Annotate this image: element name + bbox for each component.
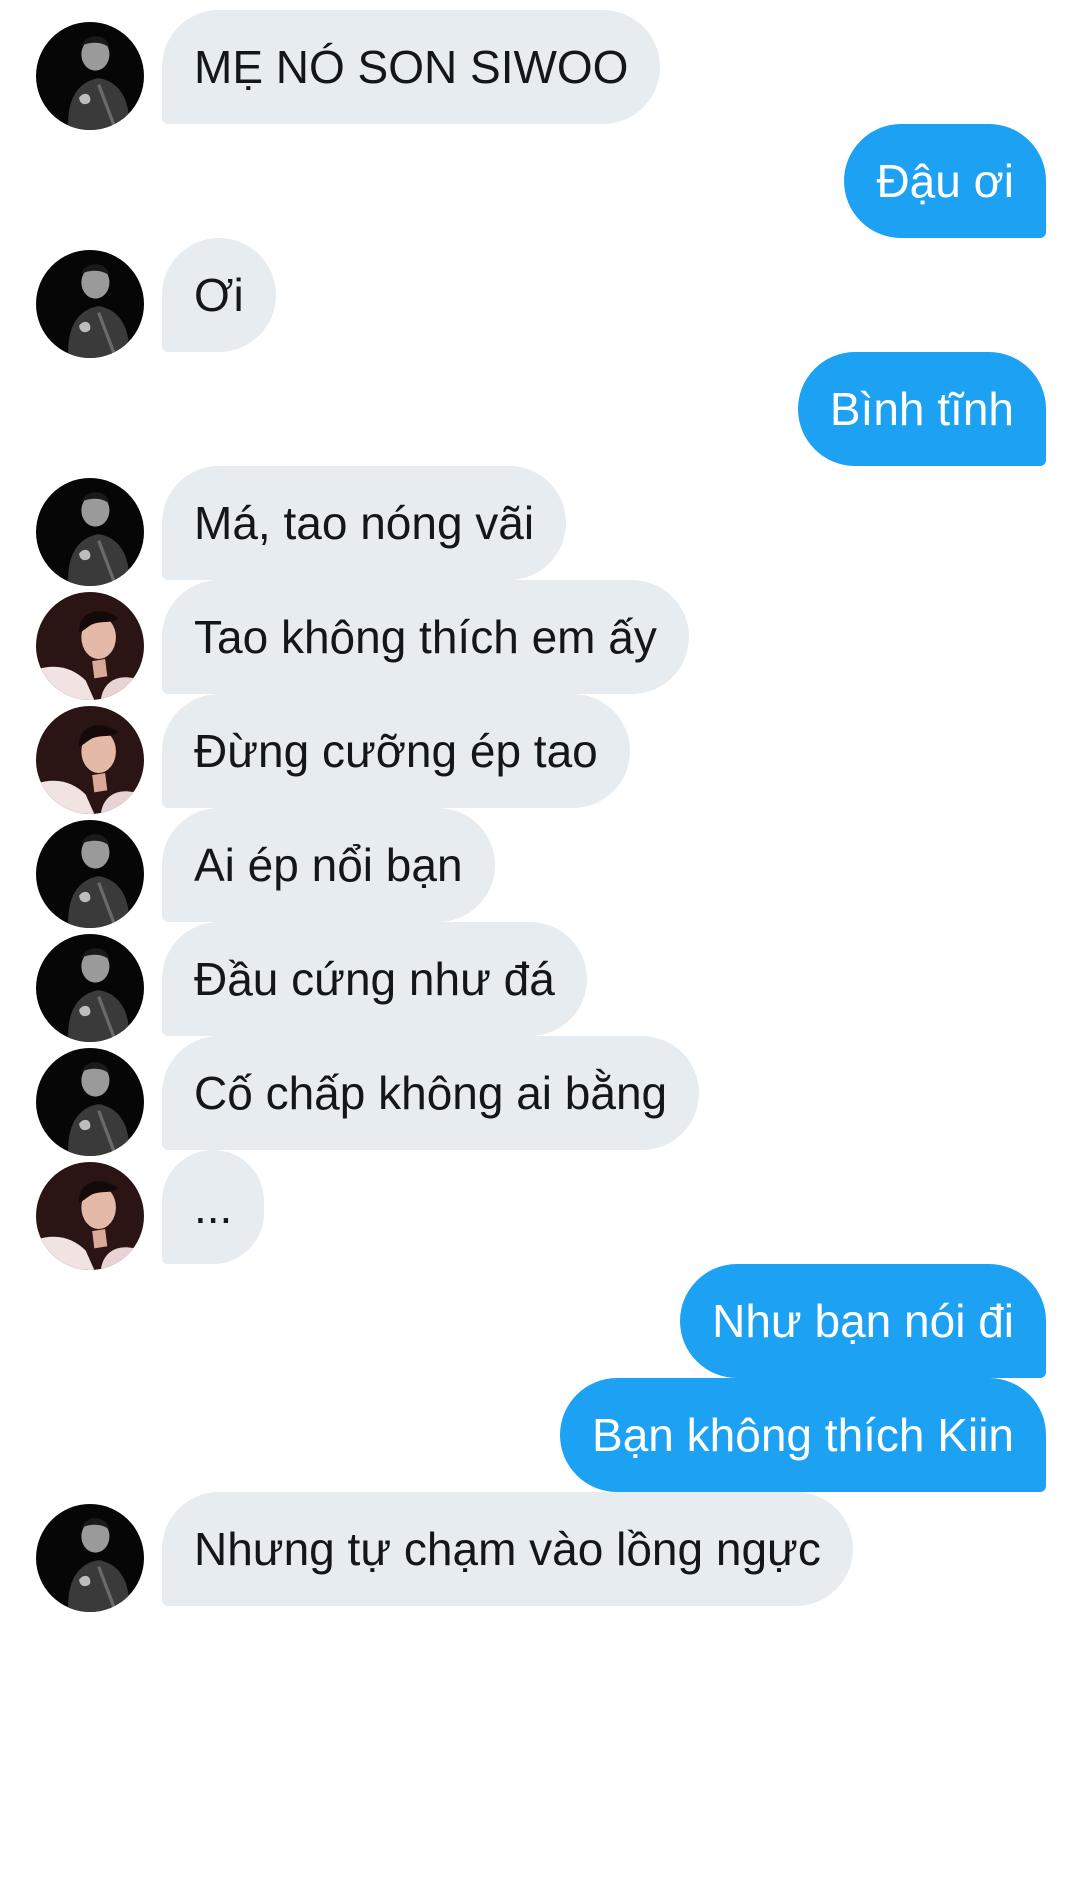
message-row-incoming: Ai ép nổi bạn: [0, 808, 1080, 928]
message-bubble[interactable]: Đầu cứng như đá: [162, 922, 587, 1036]
message-bubble[interactable]: Đừng cưỡng ép tao: [162, 694, 630, 808]
avatar-warm-image: [36, 706, 144, 814]
avatar-dark-image: [36, 1504, 144, 1612]
message-row-incoming: Tao không thích em ấy: [0, 580, 1080, 700]
message-bubble[interactable]: Như bạn nói đi: [680, 1264, 1046, 1378]
avatar-dark[interactable]: [36, 1504, 144, 1612]
message-row-outgoing: Như bạn nói đi: [0, 1264, 1080, 1378]
message-row-incoming: Nhưng tự chạm vào lồng ngực: [0, 1492, 1080, 1612]
message-row-outgoing: Bình tĩnh: [0, 352, 1080, 466]
message-row-outgoing: Bạn không thích Kiin: [0, 1378, 1080, 1492]
avatar-warm[interactable]: [36, 592, 144, 700]
message-bubble[interactable]: Đậu ơi: [844, 124, 1046, 238]
avatar-warm-image: [36, 1162, 144, 1270]
avatar-dark[interactable]: [36, 1048, 144, 1156]
avatar-dark-image: [36, 934, 144, 1042]
avatar-dark-image: [36, 820, 144, 928]
avatar-dark-image: [36, 22, 144, 130]
message-bubble[interactable]: Cố chấp không ai bằng: [162, 1036, 700, 1150]
message-bubble[interactable]: Nhưng tự chạm vào lồng ngực: [162, 1492, 853, 1606]
avatar-dark[interactable]: [36, 478, 144, 586]
avatar-dark-image: [36, 478, 144, 586]
avatar-warm[interactable]: [36, 1162, 144, 1270]
message-row-incoming: Ơi: [0, 238, 1080, 358]
avatar-dark[interactable]: [36, 934, 144, 1042]
message-bubble[interactable]: Má, tao nóng vãi: [162, 466, 567, 580]
message-row-incoming: Má, tao nóng vãi: [0, 466, 1080, 586]
message-bubble[interactable]: Tao không thích em ấy: [162, 580, 689, 694]
message-bubble[interactable]: Bạn không thích Kiin: [560, 1378, 1046, 1492]
message-bubble[interactable]: Ơi: [162, 238, 276, 352]
avatar-dark-image: [36, 250, 144, 358]
message-bubble[interactable]: MẸ NÓ SON SIWOO: [162, 10, 661, 124]
avatar-dark[interactable]: [36, 820, 144, 928]
message-bubble[interactable]: ...: [162, 1150, 265, 1264]
message-row-incoming: MẸ NÓ SON SIWOO: [0, 10, 1080, 130]
avatar-warm[interactable]: [36, 706, 144, 814]
message-row-incoming: Đầu cứng như đá: [0, 922, 1080, 1042]
message-row-incoming: Đừng cưỡng ép tao: [0, 694, 1080, 814]
message-row-incoming: Cố chấp không ai bằng: [0, 1036, 1080, 1156]
message-bubble[interactable]: Ai ép nổi bạn: [162, 808, 495, 922]
avatar-warm-image: [36, 592, 144, 700]
message-row-incoming: ...: [0, 1150, 1080, 1270]
message-row-outgoing: Đậu ơi: [0, 124, 1080, 238]
message-bubble[interactable]: Bình tĩnh: [797, 352, 1046, 466]
avatar-dark[interactable]: [36, 250, 144, 358]
avatar-dark[interactable]: [36, 22, 144, 130]
avatar-dark-image: [36, 1048, 144, 1156]
